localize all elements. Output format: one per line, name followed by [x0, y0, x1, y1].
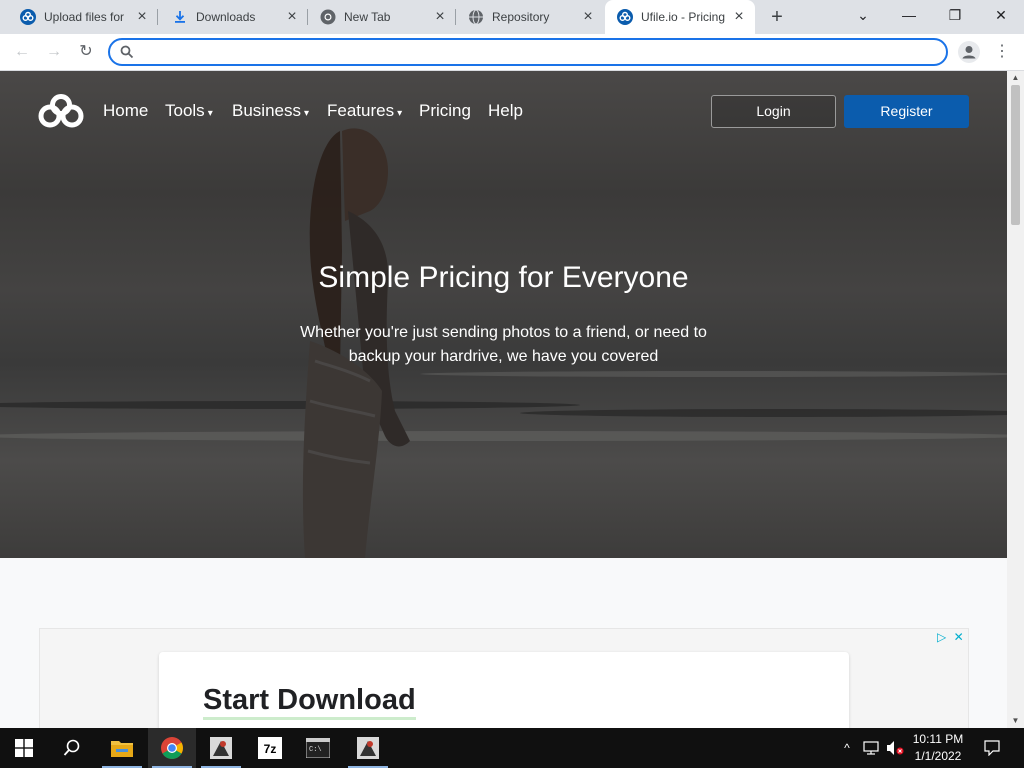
taskbar-app-a[interactable]	[197, 728, 245, 768]
nav-features-label: Features	[327, 101, 395, 120]
tab-separator	[157, 9, 158, 25]
page-scrollbar[interactable]: ▲ ▼	[1007, 71, 1024, 728]
close-icon[interactable]: ×	[580, 9, 596, 25]
clock-date: 1/1/2022	[914, 749, 962, 763]
svg-text:C:\: C:\	[309, 746, 322, 754]
search-icon	[63, 739, 80, 756]
tab-label: New Tab	[344, 10, 391, 24]
nav-business-label: Business	[232, 101, 301, 120]
ad-headline[interactable]: Start Download	[203, 684, 416, 720]
chevron-down-icon: ▾	[207, 108, 213, 119]
sea-wave	[0, 431, 1007, 441]
tab-upload-files[interactable]: Upload files for ×	[8, 0, 158, 34]
taskbar-terminal[interactable]: C:\	[294, 728, 342, 768]
sea-wave	[520, 409, 1007, 417]
taskbar-search-button[interactable]	[48, 728, 96, 768]
installer-app-icon	[357, 737, 379, 759]
tray-overflow-chevron-icon[interactable]: ^	[838, 728, 856, 768]
hero-subtitle: Whether you're just sending photos to a …	[300, 324, 707, 365]
nav-help[interactable]: Help	[488, 101, 523, 121]
tab-label: Downloads	[196, 10, 256, 24]
close-icon[interactable]: ×	[432, 9, 448, 25]
close-icon[interactable]: ×	[731, 9, 747, 25]
7zip-icon: 7z	[258, 737, 282, 759]
close-icon[interactable]: ×	[134, 9, 150, 25]
tab-label: Upload files for	[44, 10, 125, 24]
nav-home[interactable]: Home	[103, 101, 148, 121]
ufile-logo-icon[interactable]	[38, 94, 84, 130]
tab-strip: Upload files for × Downloads × New Tab ×…	[0, 0, 1024, 34]
network-icon[interactable]	[860, 728, 882, 768]
volume-muted-icon[interactable]	[884, 728, 906, 768]
nav-features[interactable]: Features ▾	[327, 101, 402, 121]
page-viewport: Home Tools ▾ Business ▾ Features ▾ Pricing …	[0, 71, 1007, 728]
address-input[interactable]	[142, 42, 932, 62]
windows-start-button[interactable]	[0, 728, 48, 768]
back-button[interactable]: ←	[10, 40, 34, 64]
globe-icon	[468, 9, 484, 25]
chevron-down-icon: ▾	[397, 108, 403, 119]
new-tab-button[interactable]: +	[766, 6, 788, 28]
svg-text:7z: 7z	[264, 742, 277, 756]
tab-search-button[interactable]: ⌄	[840, 0, 886, 34]
tab-label: Repository	[492, 10, 550, 24]
ufile-logo-icon	[617, 9, 633, 25]
ufile-logo-icon	[20, 9, 36, 25]
ad-card[interactable]: Start Download	[159, 652, 849, 728]
tab-ufile-pricing[interactable]: Ufile.io - Pricing ×	[605, 0, 755, 34]
tab-repository[interactable]: Repository ×	[456, 0, 604, 34]
sea-wave	[420, 371, 1007, 377]
browser-toolbar: ← → ↻ ⋮	[0, 34, 1024, 71]
hero-section: Home Tools ▾ Business ▾ Features ▾ Pricing …	[0, 71, 1007, 558]
scroll-up-arrow[interactable]: ▲	[1007, 71, 1024, 85]
hero-title: Simple Pricing for Everyone	[318, 261, 689, 294]
scroll-down-arrow[interactable]: ▼	[1007, 714, 1024, 728]
windows-logo-icon	[15, 739, 33, 757]
search-icon	[120, 45, 134, 59]
notification-icon[interactable]	[980, 728, 1004, 768]
chrome-icon	[320, 9, 336, 25]
tab-new-tab[interactable]: New Tab ×	[308, 0, 456, 34]
nav-tools-label: Tools	[165, 101, 205, 120]
forward-button[interactable]: →	[42, 40, 66, 64]
nav-tools[interactable]: Tools ▾	[165, 101, 213, 121]
taskbar-app-b[interactable]	[344, 728, 392, 768]
restore-button[interactable]: ❐	[932, 0, 978, 34]
adchoices-icon[interactable]: ▷	[937, 630, 946, 644]
profile-avatar[interactable]	[958, 41, 980, 63]
nav-business[interactable]: Business ▾	[232, 101, 309, 121]
chrome-icon	[161, 737, 183, 759]
taskbar-chrome[interactable]	[148, 728, 196, 768]
minimize-button[interactable]: —	[886, 0, 932, 34]
browser-menu-button[interactable]: ⋮	[994, 40, 1010, 64]
taskbar-7zip[interactable]: 7z	[246, 728, 294, 768]
login-button[interactable]: Login	[711, 95, 836, 128]
reload-button[interactable]: ↻	[74, 40, 98, 64]
address-bar[interactable]	[108, 38, 948, 66]
download-icon	[172, 9, 188, 25]
folder-icon	[111, 741, 133, 757]
clock-time: 10:11 PM	[912, 732, 964, 746]
ad-close-icon[interactable]: ✕	[954, 630, 964, 644]
terminal-icon: C:\	[306, 738, 330, 758]
ad-choices[interactable]: ▷ ✕	[937, 630, 964, 644]
tab-downloads[interactable]: Downloads ×	[160, 0, 308, 34]
close-window-button[interactable]: ✕	[978, 0, 1024, 34]
tab-label: Ufile.io - Pricing	[641, 10, 726, 24]
installer-app-icon	[210, 737, 232, 759]
person-icon	[962, 46, 976, 59]
taskbar-file-explorer[interactable]	[98, 728, 146, 768]
close-icon[interactable]: ×	[284, 9, 300, 25]
windows-taskbar: 7z C:\ ^ 10:11 PM 1/1/2022	[0, 728, 1024, 768]
scroll-thumb[interactable]	[1011, 85, 1020, 225]
nav-pricing[interactable]: Pricing	[419, 101, 471, 121]
register-button[interactable]: Register	[844, 95, 969, 128]
system-clock[interactable]: 10:11 PM 1/1/2022	[906, 731, 970, 765]
chevron-down-icon: ▾	[303, 108, 310, 119]
